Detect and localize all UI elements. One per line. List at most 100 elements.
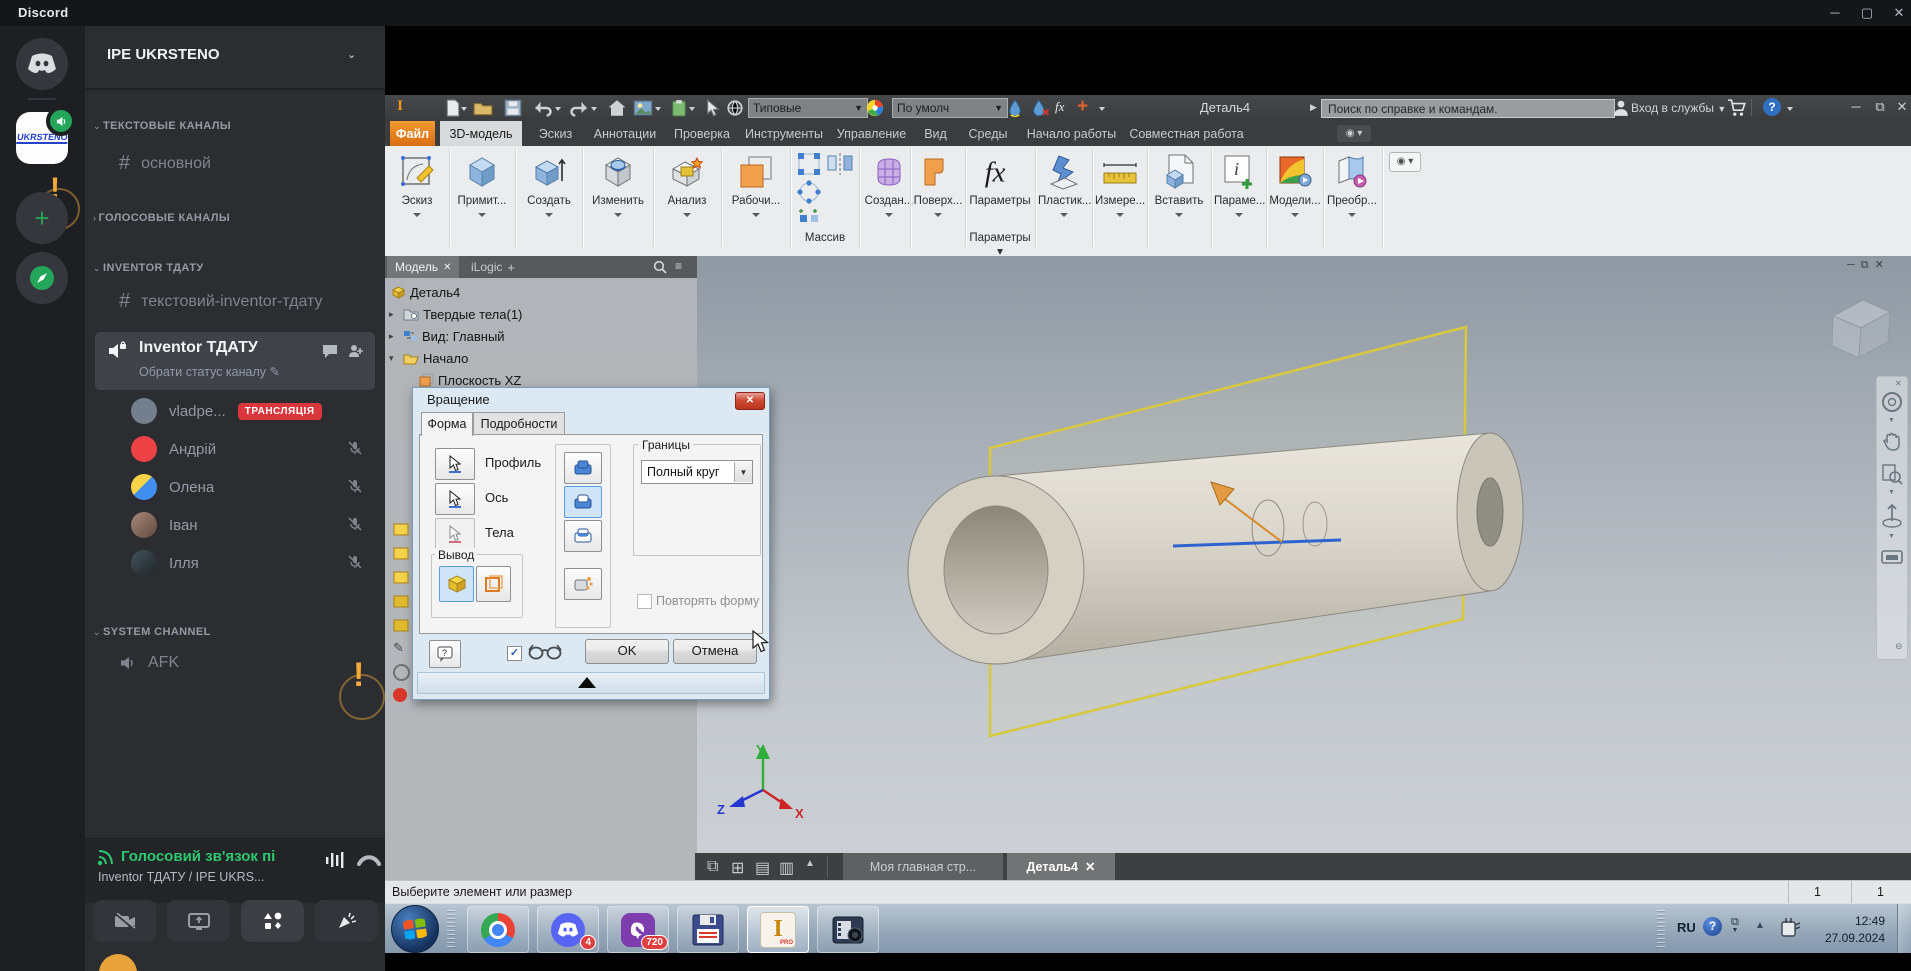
chat-bubble-icon[interactable] [321,342,339,360]
pan-hand-icon[interactable] [1881,431,1903,453]
tab-environments[interactable]: Среды [961,121,1015,146]
ribbon-display-options-button[interactable]: ◉ ▾ [1337,125,1371,142]
voice-user-illia[interactable]: Ілля [131,550,199,576]
close-icon[interactable]: ✕ [735,392,765,410]
voice-user-olena[interactable]: Олена [131,474,214,500]
ribbon-group-parameters-label[interactable]: Параметры ▾ [965,232,1035,258]
plus-icon[interactable]: + [1077,96,1088,118]
sign-in-button[interactable]: Вход в службы ▼ [1631,101,1726,115]
discord-home-button[interactable] [16,38,68,90]
viewport[interactable]: Y Z X ─⧉✕ ✕ ▼ ▼ ▼ ⊖ [385,256,1911,853]
expand-up-icon[interactable]: ▲ [805,858,815,869]
orbit-icon[interactable] [1881,503,1903,529]
ribbon-button-insert[interactable]: Вставить [1151,148,1207,232]
disconnect-phone-icon[interactable] [357,853,381,867]
open-folder-icon[interactable] [473,99,493,117]
zoom-icon[interactable] [1881,463,1903,485]
chevron-down-icon[interactable]: ▼ [1888,533,1895,540]
solids-select-button[interactable] [435,518,475,550]
doc-tab-part[interactable]: Деталь4✕ [1007,853,1115,880]
ribbon-button-sketch[interactable]: Эскиз [389,148,445,232]
ribbon-button-model-states[interactable]: Модели... [1269,148,1321,232]
undo-icon[interactable] [533,99,553,117]
close-icon[interactable]: ✕ [1893,98,1911,116]
soundboard-button[interactable] [315,900,378,942]
avatar[interactable] [99,954,137,971]
cancel-button[interactable]: Отмена [673,639,757,664]
expand-icon[interactable]: ▸ [389,309,399,320]
ok-button[interactable]: OK [585,639,669,664]
tree-item-origin[interactable]: ▾ Начало [389,348,468,368]
show-hidden-icons[interactable]: ▲ [1755,920,1765,931]
chevron-down-icon[interactable] [591,107,597,111]
mirror-icon[interactable] [827,152,853,176]
ribbon-button-create[interactable]: Создать [521,148,577,232]
preview-checkbox[interactable]: ✓ [507,646,522,661]
ribbon-button-plastic[interactable]: Пластик... [1038,148,1090,232]
ribbon-button-surface[interactable]: Поверх... [913,148,963,232]
taskbar-save-app[interactable] [677,906,739,953]
paste-icon[interactable] [669,99,689,117]
minimize-icon[interactable]: ─ [1847,259,1855,271]
style-dropdown[interactable]: Типовые▼ [748,98,868,118]
tree-item-solid-bodies[interactable]: ▸ Твердые тела(1) [389,304,522,324]
show-desktop-button[interactable] [1897,904,1911,954]
chevron-down-icon[interactable]: ▼ [1888,489,1895,496]
boolean-cut-button[interactable] [564,486,602,518]
add-tab-icon[interactable]: + [507,260,515,275]
adjust-droplet-icon[interactable] [1005,99,1025,117]
taskbar-discord[interactable]: 4 [537,906,599,953]
tab-annotations[interactable]: Аннотации [589,121,661,146]
ribbon-button-convert[interactable]: Преобр... [1326,148,1378,232]
restore-icon[interactable]: ⧉ [1871,98,1889,116]
match-shape-checkbox[interactable] [637,594,652,609]
render-icon[interactable] [633,99,653,117]
voice-user-vladpe[interactable]: vladpe... ТРАНСЛЯЦІЯ [131,398,322,424]
minimize-icon[interactable]: ─ [1826,4,1844,22]
power-plug-icon[interactable] [1779,915,1801,939]
tile-horizontal-icon[interactable]: ▤ [755,858,770,878]
voice-channel-status-hint[interactable]: Обрати статус каналу ✎ [139,364,280,379]
bounds-dropdown[interactable]: Полный круг ▼ [641,460,753,484]
maximize-icon[interactable]: ▢ [1858,4,1876,22]
tree-item-view-main[interactable]: ▸ Вид: Главный [389,326,505,346]
voice-connection-status[interactable]: Голосовий зв'язок пі [121,848,275,865]
chevron-down-icon[interactable] [655,107,661,111]
cascade-windows-icon[interactable]: ⧉ [707,858,718,876]
boolean-intersect-button[interactable] [564,520,602,552]
clear-droplet-icon[interactable] [1031,99,1051,117]
gear-globe-icon[interactable] [725,99,745,117]
language-indicator[interactable]: RU [1677,920,1696,935]
fx-parameters-icon[interactable]: fx [1055,99,1064,115]
boolean-join-button[interactable] [564,452,602,484]
close-icon[interactable]: ✕ [1895,379,1902,388]
material-dropdown[interactable]: По умолч▼ [892,98,1008,118]
axis-select-button[interactable] [435,483,475,515]
activities-button[interactable] [241,900,304,942]
panel-options-button[interactable]: ◉ ▾ [1389,152,1421,172]
ribbon-button-freeform[interactable]: Создан... [863,148,915,232]
tab-manage[interactable]: Управление [833,121,910,146]
dialog-expand-strip[interactable] [417,672,765,694]
taskbar-inventor[interactable]: I PRO [747,906,809,953]
restore-icon[interactable]: ⧉ [1861,259,1869,271]
output-solid-button[interactable] [439,566,474,602]
new-solid-button[interactable] [564,568,602,600]
tab-tools[interactable]: Инструменты [743,121,825,146]
tile-vertical-icon[interactable]: ▥ [779,858,794,878]
ribbon-button-parameters[interactable]: fx Параметры [969,148,1031,232]
minimize-icon[interactable]: ─ [1847,98,1865,116]
home-icon[interactable] [607,99,627,117]
section-text-channels[interactable]: ⌄ ТЕКСТОВЫЕ КАНАЛЫ [93,116,231,134]
color-wheel-icon[interactable] [865,99,885,117]
tab-get-started[interactable]: Начало работы [1023,121,1120,146]
help-icon[interactable]: ? [1763,98,1781,116]
section-voice-channels[interactable]: › ГОЛОСОВЫЕ КАНАЛЫ [93,208,230,226]
redo-icon[interactable] [569,99,589,117]
ribbon-button-primitives[interactable]: Примит... [453,148,511,232]
chevron-down-icon[interactable] [1099,107,1105,111]
voice-user-ivan[interactable]: Іван [131,512,198,538]
tray-clock[interactable]: 12:49 27.09.2024 [1809,913,1885,948]
close-icon[interactable]: ✕ [1085,859,1095,874]
tab-sketch[interactable]: Эскиз [530,121,581,146]
